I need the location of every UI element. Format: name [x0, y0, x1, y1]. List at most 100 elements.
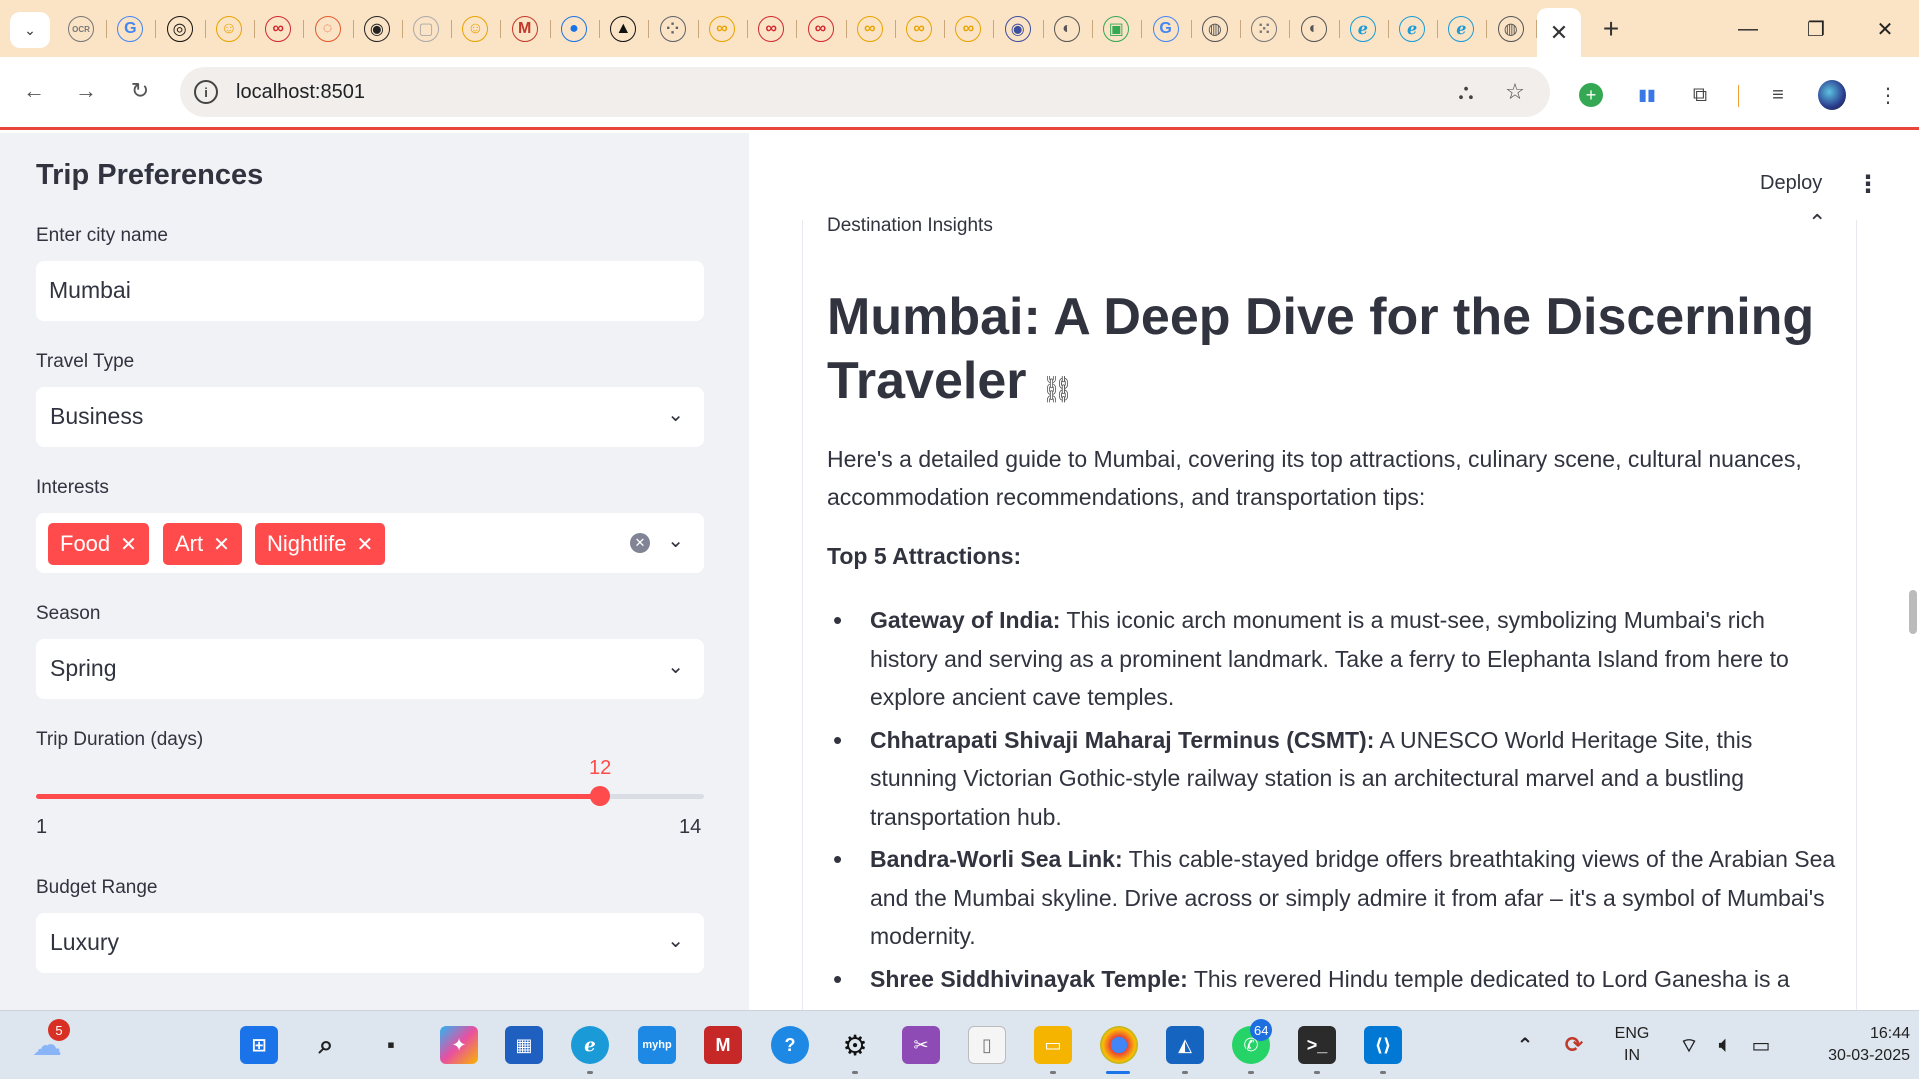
interest-tag-food[interactable]: Food ✕	[48, 523, 149, 565]
interest-tag-art[interactable]: Art ✕	[163, 523, 242, 565]
snipping-tool-icon[interactable]: ✂	[902, 1026, 940, 1064]
new-tab-button[interactable]: +	[1596, 13, 1626, 44]
close-window-button[interactable]: ✕	[1862, 12, 1908, 46]
google-tab-icon[interactable]: G	[117, 16, 144, 42]
ocr-tab-icon[interactable]: OCR	[68, 16, 94, 42]
deploy-button[interactable]: Deploy	[1760, 172, 1822, 195]
profile-avatar[interactable]	[1818, 80, 1846, 110]
swirl-tab-icon[interactable]: ◌	[314, 16, 341, 42]
extensions-puzzle-icon[interactable]: ⧉	[1686, 81, 1714, 109]
expander-title[interactable]: Destination Insights	[827, 215, 993, 237]
reload-button[interactable]: ↻	[120, 71, 160, 111]
duration-slider-thumb[interactable]	[590, 786, 610, 806]
chatgpt-icon[interactable]: ⚙	[836, 1026, 874, 1064]
m-logo-tab-icon[interactable]: M	[511, 16, 538, 42]
file-icon[interactable]: ▯	[968, 1026, 1006, 1064]
city-input-value[interactable]: Mumbai	[49, 277, 131, 304]
language-top[interactable]: ENG	[1610, 1025, 1654, 1043]
edge-tab-icon[interactable]: ℯ	[1349, 16, 1376, 42]
language-bottom[interactable]: IN	[1610, 1047, 1654, 1065]
travel-type-select[interactable]: Business ⌄	[36, 387, 704, 447]
cube-tab-icon[interactable]: ▢	[413, 16, 440, 42]
attraction-text: This revered Hindu temple dedicated to L…	[1187, 965, 1790, 992]
infinity-tab-icon[interactable]: ∞	[265, 16, 292, 42]
remove-tag-icon[interactable]: ✕	[120, 532, 137, 557]
budget-label: Budget Range	[36, 877, 158, 898]
edge-tab-icon-2[interactable]: ℯ	[1399, 16, 1426, 42]
help-icon[interactable]: ?	[771, 1026, 809, 1064]
chrome-tab-icon[interactable]: ◍	[1201, 16, 1228, 42]
chrome-icon[interactable]	[1100, 1026, 1138, 1064]
interests-multiselect[interactable]: Food ✕ Art ✕ Nightlife ✕ ✕ ⌄	[36, 513, 704, 573]
openai-tab-icon[interactable]: ◎	[166, 16, 193, 42]
mcafee-icon[interactable]: M	[704, 1026, 742, 1064]
main-menu-kebab-icon[interactable]: ⋮	[1856, 170, 1880, 199]
battery-icon[interactable]: ▭	[1742, 1026, 1780, 1064]
chevron-up-icon[interactable]: ⌃	[1808, 210, 1826, 236]
photos-icon[interactable]: ◭	[1166, 1026, 1204, 1064]
bookmark-star-icon[interactable]: ☆	[1500, 77, 1530, 107]
huggingface-tab-icon-2[interactable]: ☺	[462, 16, 489, 42]
google-tab-icon-2[interactable]: G	[1152, 16, 1179, 42]
task-view-icon[interactable]: ▪	[372, 1026, 410, 1064]
vscode-icon[interactable]: ⟨⟩	[1364, 1026, 1402, 1064]
terminal-icon[interactable]: >_	[1298, 1026, 1336, 1064]
city-input[interactable]: Mumbai	[36, 261, 704, 321]
infinity-tab-icon-7[interactable]: ∞	[955, 16, 982, 42]
minimize-button[interactable]: —	[1725, 12, 1771, 46]
restore-button[interactable]: ❐	[1793, 12, 1839, 46]
github-tab-icon[interactable]: ◉	[363, 16, 390, 42]
blue-dot-tab-icon[interactable]: ●	[561, 16, 587, 42]
anchor-link-icon[interactable]: ⛓	[1041, 374, 1074, 404]
media-control-icon[interactable]: ≡	[1764, 81, 1792, 109]
clear-all-icon[interactable]: ✕	[630, 533, 650, 553]
sync-icon[interactable]: ⟳	[1555, 1026, 1593, 1064]
file-explorer-icon[interactable]: ▭	[1034, 1026, 1072, 1064]
infinity-tab-icon-3[interactable]: ∞	[758, 16, 785, 42]
circle-tab-icon[interactable]: ◉	[1004, 16, 1031, 42]
extension-green-icon[interactable]: +	[1577, 81, 1605, 109]
grid-tab-icon[interactable]: ⁙	[1251, 16, 1278, 42]
address-bar[interactable]: i localhost:8501 ⛬ ☆	[180, 67, 1550, 117]
infinity-tab-icon-5[interactable]: ∞	[856, 16, 883, 42]
meet-tab-icon[interactable]: ▣	[1103, 16, 1130, 42]
remove-tag-icon[interactable]: ✕	[213, 532, 230, 557]
site-info-icon[interactable]: i	[194, 80, 218, 104]
windows-start-icon[interactable]: ⊞	[240, 1026, 278, 1064]
url-text[interactable]: localhost:8501	[236, 81, 365, 104]
translate-icon[interactable]: ⛬	[1451, 77, 1481, 107]
duration-slider-track[interactable]	[36, 786, 704, 806]
infinity-tab-icon-2[interactable]: ∞	[708, 16, 735, 42]
infinity-tab-icon-4[interactable]: ∞	[807, 16, 834, 42]
infinity-tab-icon-6[interactable]: ∞	[906, 16, 933, 42]
huggingface-tab-icon[interactable]: ☺	[215, 16, 242, 42]
edge-tab-icon-3[interactable]: ℯ	[1448, 16, 1475, 42]
chevron-up-icon[interactable]: ⌃	[1506, 1026, 1544, 1064]
myhp-icon[interactable]: myhp	[638, 1026, 676, 1064]
edge-icon[interactable]: ℯ	[571, 1026, 609, 1064]
store-icon[interactable]: ▦	[505, 1026, 543, 1064]
chrome-tab-icon-2[interactable]: ◍	[1497, 16, 1524, 42]
tab-search-button[interactable]: ⌄	[10, 12, 50, 48]
interest-tag-nightlife[interactable]: Nightlife ✕	[255, 523, 386, 565]
chevron-down-icon[interactable]: ⌄	[667, 528, 684, 553]
search-icon[interactable]: ⌕	[307, 1026, 345, 1064]
season-select[interactable]: Spring ⌄	[36, 639, 704, 699]
globe-tab-icon-2[interactable]: ◐	[1300, 16, 1327, 42]
clock-date[interactable]: 30-03-2025	[1790, 1047, 1910, 1065]
budget-select[interactable]: Luxury ⌄	[36, 913, 704, 973]
active-tab-close-button[interactable]: ✕	[1537, 8, 1581, 57]
forward-button[interactable]: →	[66, 71, 106, 111]
volume-icon[interactable]: 🔈︎	[1706, 1026, 1744, 1064]
triangle-tab-icon[interactable]: ▲	[610, 16, 637, 42]
remove-tag-icon[interactable]: ✕	[356, 532, 373, 557]
dots-tab-icon[interactable]: ⁘	[659, 16, 686, 42]
copilot-icon[interactable]: ✦	[440, 1026, 478, 1064]
back-button[interactable]: ←	[14, 71, 54, 111]
chrome-menu-kebab-icon[interactable]: ⋮	[1874, 81, 1902, 109]
extension-chart-icon[interactable]: ▮▮	[1633, 81, 1661, 109]
globe-tab-icon[interactable]: ◐	[1054, 16, 1080, 42]
clock-time[interactable]: 16:44	[1790, 1025, 1910, 1043]
scrollbar-thumb[interactable]	[1909, 590, 1917, 634]
wifi-icon[interactable]: ⌔	[1670, 1026, 1708, 1064]
